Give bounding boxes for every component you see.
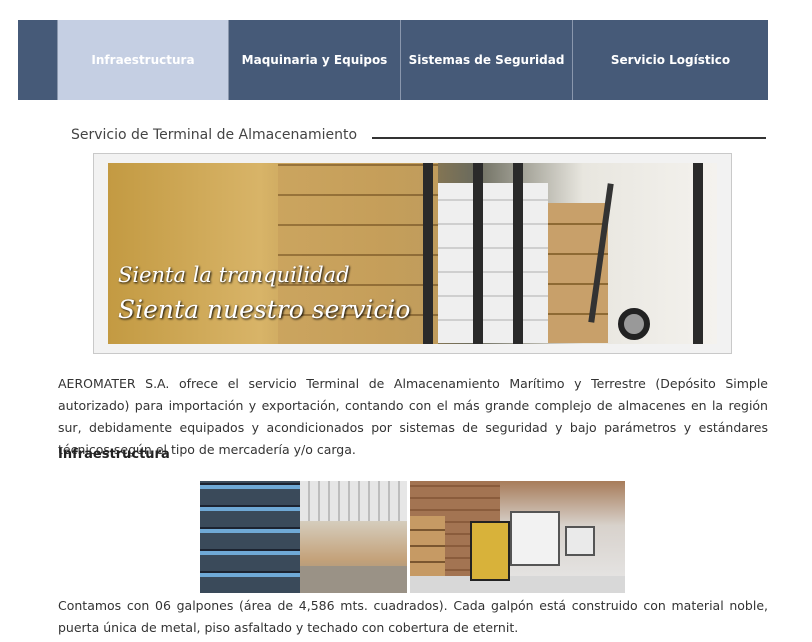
nav-item-infraestructura[interactable]: Infraestructura xyxy=(58,20,229,100)
nav-item-seguridad[interactable]: Sistemas de Seguridad xyxy=(401,20,573,100)
infra-paragraph: Contamos con 06 galpones (área de 4,586 … xyxy=(58,598,768,635)
warehouse-photo-2 xyxy=(410,481,625,593)
photo-forklift xyxy=(470,521,510,581)
section-divider xyxy=(372,137,766,139)
photo-floor xyxy=(300,566,407,593)
banner-shelf xyxy=(438,183,548,343)
banner-tagline-1: Sienta la tranquilidad xyxy=(118,263,350,287)
infra-heading: Infraestructura xyxy=(58,447,170,462)
banner-frame: Sienta la tranquilidad Sienta nuestro se… xyxy=(93,153,732,354)
photo-stacked-boxes xyxy=(200,481,300,593)
section-title: Servicio de Terminal de Almacenamiento xyxy=(71,127,358,143)
banner-pillar xyxy=(423,163,433,344)
banner-pillar xyxy=(473,163,483,344)
photo-ground xyxy=(410,576,625,593)
nav-item-maquinaria[interactable]: Maquinaria y Equipos xyxy=(229,20,401,100)
banner-cart-wheel xyxy=(618,308,650,340)
photo-truck xyxy=(565,526,595,556)
banner-pillar xyxy=(513,163,523,344)
banner-image: Sienta la tranquilidad Sienta nuestro se… xyxy=(108,163,717,344)
banner-pillar xyxy=(693,163,703,344)
main-nav: Infraestructura Maquinaria y Equipos Sis… xyxy=(18,20,768,100)
nav-item-logistico[interactable]: Servicio Logístico xyxy=(573,20,768,100)
photo-truck xyxy=(510,511,560,566)
nav-spacer xyxy=(18,20,58,100)
banner-tagline-2: Sienta nuestro servicio xyxy=(118,295,411,324)
photo-roof xyxy=(300,481,407,521)
warehouse-photo-1 xyxy=(200,481,407,593)
